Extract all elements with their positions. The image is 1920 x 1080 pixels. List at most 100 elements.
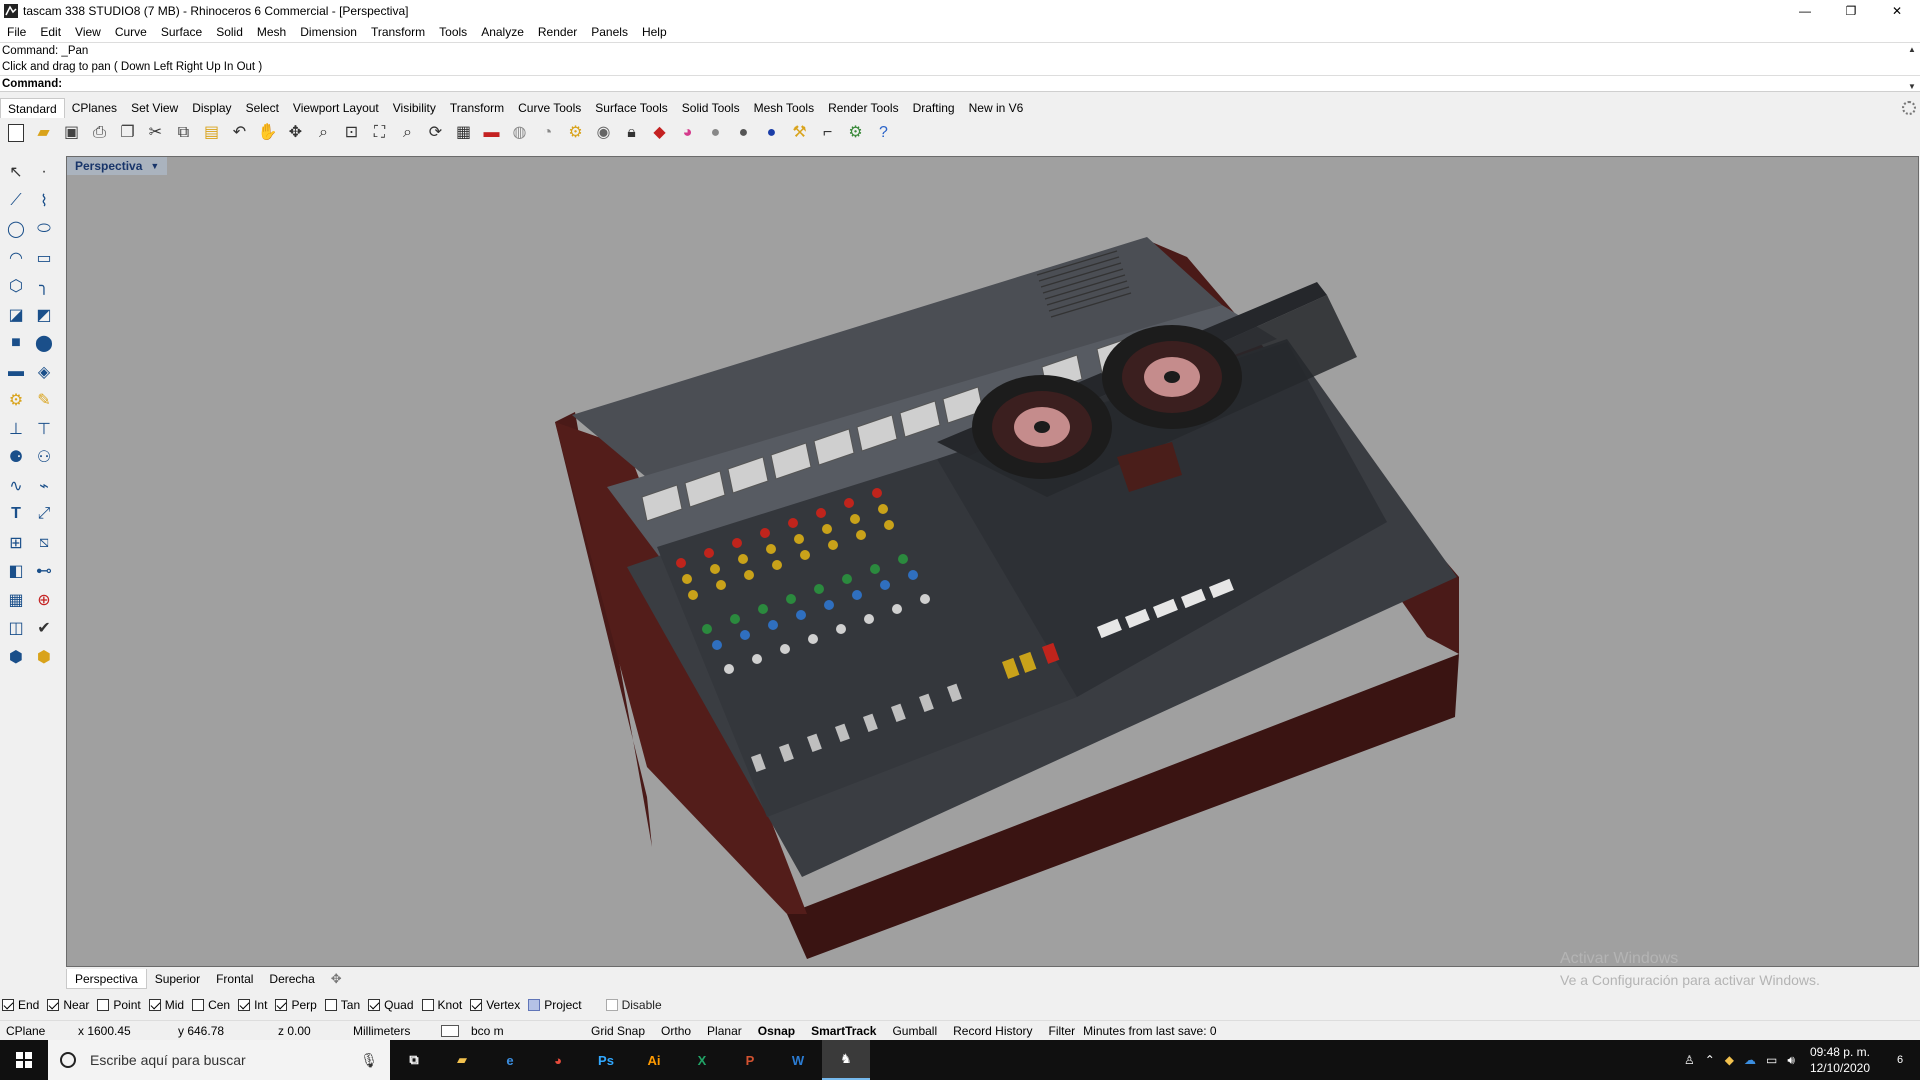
gumball-toggle[interactable]: Gumball [884, 1024, 945, 1038]
network-icon[interactable]: ▭ [1761, 1053, 1782, 1067]
car-icon[interactable]: ▬ [480, 122, 503, 145]
osnap-point[interactable]: Point [97, 998, 141, 1012]
viewport-title[interactable]: Perspectiva ▼ [67, 157, 168, 175]
new-file-icon[interactable] [4, 122, 27, 145]
curve-points-icon[interactable]: ⌇ [30, 188, 58, 214]
copy-icon[interactable]: ⧉ [172, 122, 195, 145]
scale-icon[interactable]: ⤢ [30, 501, 58, 527]
mesh-icon[interactable]: ◈ [30, 359, 58, 385]
material-icon[interactable]: ● [704, 122, 727, 145]
osnap-knot[interactable]: Knot [421, 998, 462, 1012]
polygon-icon[interactable]: ⬡ [2, 273, 30, 299]
viewport-tab-superior[interactable]: Superior [147, 969, 208, 989]
osnap-disable[interactable]: Disable [605, 998, 662, 1012]
menu-dimension[interactable]: Dimension [293, 25, 364, 39]
light-icon[interactable]: ◉ [592, 122, 615, 145]
color-wheel-icon[interactable]: ◕ [676, 122, 699, 145]
zoom-window-icon[interactable]: ⊡ [340, 122, 363, 145]
menu-help[interactable]: Help [635, 25, 674, 39]
zoom-selected-icon[interactable]: ⌕ [396, 122, 419, 145]
gumball-icon[interactable]: ⊕ [30, 587, 58, 613]
analyze-icon[interactable]: ◫ [2, 615, 30, 641]
excel-icon[interactable]: X [678, 1040, 726, 1080]
osnap-mid[interactable]: Mid [148, 998, 184, 1012]
box-icon[interactable]: ■ [2, 330, 30, 356]
edge-icon[interactable]: e [486, 1040, 534, 1080]
menu-view[interactable]: View [68, 25, 108, 39]
start-button[interactable] [0, 1040, 48, 1080]
viewport-tab-frontal[interactable]: Frontal [208, 969, 261, 989]
illustrator-icon[interactable]: Ai [630, 1040, 678, 1080]
menu-tools[interactable]: Tools [432, 25, 474, 39]
text-icon[interactable]: T [2, 501, 30, 527]
planar-toggle[interactable]: Planar [699, 1024, 750, 1038]
drafting-icon[interactable]: ✎ [30, 387, 58, 413]
dimension-linear-icon[interactable]: ⊷ [30, 558, 58, 584]
lightbulb-off-icon[interactable]: ◍ [508, 122, 531, 145]
grid-snap-toggle[interactable]: Grid Snap [583, 1024, 653, 1038]
filter-toggle[interactable]: Filter [1041, 1024, 1084, 1038]
menu-mesh[interactable]: Mesh [250, 25, 293, 39]
menu-analyze[interactable]: Analyze [474, 25, 531, 39]
status-units[interactable]: Millimeters [345, 1024, 433, 1038]
rebuild-icon[interactable]: ∿ [2, 473, 30, 499]
material-editor-icon[interactable]: ⬢ [30, 644, 58, 670]
import-icon[interactable]: ❐ [116, 122, 139, 145]
status-layer[interactable]: bco m [433, 1024, 583, 1038]
rendered-icon[interactable]: ● [760, 122, 783, 145]
osnap-toggle[interactable]: Osnap [750, 1024, 803, 1038]
fillet-curve-icon[interactable]: ╮ [30, 273, 58, 299]
edit-points-icon[interactable]: ⌁ [30, 473, 58, 499]
people-icon[interactable]: ♙ [1679, 1053, 1700, 1067]
osnap-shade-icon[interactable]: ⚙ [564, 122, 587, 145]
ortho-toggle[interactable]: Ortho [653, 1024, 699, 1038]
print-icon[interactable]: ⎙ [88, 122, 111, 145]
move-view-icon[interactable]: ✥ [284, 122, 307, 145]
volume-icon[interactable]: 🔊︎ [1782, 1053, 1800, 1068]
tab-standard[interactable]: Standard [0, 98, 65, 118]
task-view-icon[interactable]: ⧉ [390, 1040, 438, 1080]
save-icon[interactable]: ▣ [60, 122, 83, 145]
viewport-menu-arrow-icon[interactable]: ▼ [150, 157, 159, 175]
tab-solid-tools[interactable]: Solid Tools [675, 98, 747, 118]
gear-settings-icon[interactable]: ⚙ [844, 122, 867, 145]
record-history-toggle[interactable]: Record History [945, 1024, 1040, 1038]
shaded-icon[interactable]: ● [732, 122, 755, 145]
command-scrollbar[interactable]: ▲ ▼ [1905, 45, 1919, 91]
show-hidden-icons-icon[interactable]: ⌃ [1700, 1053, 1720, 1067]
dropbox-icon[interactable]: ◆ [1720, 1053, 1739, 1067]
add-viewport-icon[interactable]: ✥ [323, 969, 350, 989]
tab-render-tools[interactable]: Render Tools [821, 98, 906, 118]
menu-surface[interactable]: Surface [154, 25, 209, 39]
mirror-icon[interactable]: ⧅ [30, 530, 58, 556]
microphone-icon[interactable]: 🎙︎ [360, 1052, 378, 1069]
layer-icon[interactable]: ◆ [648, 122, 671, 145]
smarttrack-toggle[interactable]: SmartTrack [803, 1024, 884, 1038]
gear-icon[interactable] [1902, 101, 1916, 115]
chrome-icon[interactable]: ◕ [534, 1040, 582, 1080]
rectangle-icon[interactable]: ▭ [30, 245, 58, 271]
move-icon[interactable]: ⊞ [2, 530, 30, 556]
viewport-tab-perspectiva[interactable]: Perspectiva [66, 969, 147, 989]
tab-visibility[interactable]: Visibility [386, 98, 443, 118]
menu-panels[interactable]: Panels [584, 25, 635, 39]
dimension-icon[interactable]: ⌐ [816, 122, 839, 145]
circle-icon[interactable]: ◯ [2, 216, 30, 242]
cut-icon[interactable]: ✂ [144, 122, 167, 145]
tab-curve-tools[interactable]: Curve Tools [511, 98, 588, 118]
tab-drafting[interactable]: Drafting [906, 98, 962, 118]
status-cplane[interactable]: CPlane [0, 1024, 70, 1038]
ellipse-icon[interactable]: ⬭ [30, 216, 58, 242]
menu-render[interactable]: Render [531, 25, 584, 39]
scroll-down-icon[interactable]: ▼ [1908, 82, 1916, 91]
rhino-taskbar-icon[interactable]: ♞ [822, 1040, 870, 1080]
osnap-tan[interactable]: Tan [324, 998, 360, 1012]
four-viewports-icon[interactable]: ▦ [452, 122, 475, 145]
command-prompt[interactable]: Command: [0, 75, 1920, 91]
cylinder-icon[interactable]: ▬ [2, 359, 30, 385]
solid-edit-icon[interactable]: ◧ [2, 558, 30, 584]
osnap-int[interactable]: Int [238, 998, 267, 1012]
file-explorer-icon[interactable]: ▰ [438, 1040, 486, 1080]
close-button[interactable]: ✕ [1874, 0, 1920, 22]
onedrive-icon[interactable]: ☁ [1739, 1053, 1761, 1067]
